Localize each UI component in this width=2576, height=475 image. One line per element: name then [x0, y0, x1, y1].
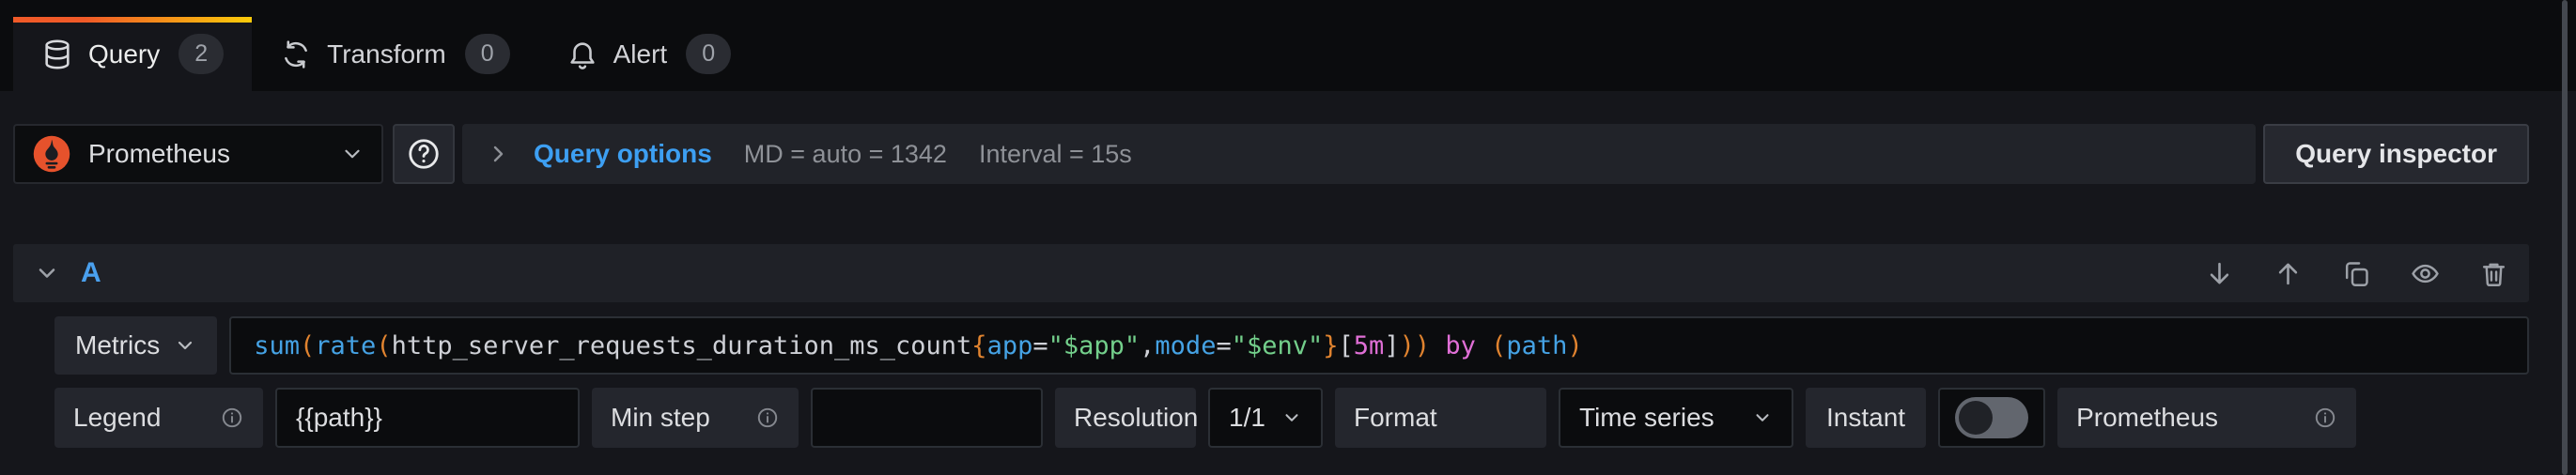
- transform-icon: [280, 38, 312, 70]
- collapse-chevron-down-icon[interactable]: [34, 260, 60, 286]
- tab-alert[interactable]: Alert 0: [538, 17, 759, 91]
- query-ref-id: A: [81, 257, 101, 289]
- query-toolbar: Prometheus Query options MD = auto = 134…: [13, 124, 2529, 184]
- tab-query-count-badge: 2: [178, 34, 224, 74]
- resolution-value: 1/1: [1229, 403, 1265, 433]
- tab-alert-count-badge: 0: [686, 34, 731, 74]
- editor-tab-bar: Query 2 Transform 0 Alert 0: [0, 0, 2576, 91]
- tab-query-label: Query: [88, 39, 160, 69]
- exemplars-label-text: Prometheus: [2076, 403, 2218, 433]
- copy-icon: [2342, 259, 2371, 288]
- min-step-label-text: Min step: [611, 403, 710, 433]
- instant-label: Instant: [1806, 388, 1926, 448]
- question-circle-icon: [406, 136, 442, 172]
- instant-label-text: Instant: [1826, 403, 1905, 433]
- toggle-knob: [1959, 401, 1993, 435]
- metrics-dropdown-button[interactable]: Metrics: [54, 316, 217, 375]
- instant-toggle-box: [1938, 388, 2045, 448]
- query-row-header[interactable]: A: [13, 244, 2529, 302]
- format-value: Time series: [1579, 403, 1715, 433]
- promql-expression-input[interactable]: sum(rate(http_server_requests_duration_m…: [229, 316, 2529, 375]
- instant-toggle[interactable]: [1955, 397, 2028, 438]
- info-circle-icon: [755, 406, 780, 430]
- toggle-query-visibility-button[interactable]: [2411, 259, 2440, 288]
- resolution-label: Resolution: [1055, 388, 1196, 448]
- chevron-down-icon: [1281, 407, 1302, 428]
- format-select[interactable]: Time series: [1559, 388, 1793, 448]
- query-editor-row: Metrics sum(rate(http_server_requests_du…: [54, 316, 2529, 375]
- delete-query-button[interactable]: [2479, 259, 2508, 288]
- query-inspector-label: Query inspector: [2295, 139, 2497, 169]
- eye-icon: [2411, 259, 2440, 288]
- arrow-up-icon: [2273, 259, 2303, 288]
- duplicate-query-button[interactable]: [2342, 259, 2371, 288]
- datasource-picker[interactable]: Prometheus: [13, 124, 383, 184]
- vertical-scrollbar[interactable]: [2562, 0, 2568, 475]
- query-options-bar[interactable]: Query options MD = auto = 1342 Interval …: [462, 124, 2256, 184]
- min-step-input[interactable]: [811, 388, 1043, 448]
- tab-alert-label: Alert: [613, 39, 668, 69]
- trash-icon: [2479, 259, 2508, 288]
- query-inspector-button[interactable]: Query inspector: [2263, 124, 2529, 184]
- metrics-dropdown-label: Metrics: [75, 330, 160, 360]
- tab-transform-label: Transform: [327, 39, 446, 69]
- prometheus-logo-icon: [32, 134, 71, 174]
- chevron-down-icon: [1752, 407, 1773, 428]
- legend-label-text: Legend: [73, 403, 161, 433]
- tab-query[interactable]: Query 2: [13, 17, 252, 91]
- chevron-right-icon: [487, 143, 509, 165]
- query-options-summary-interval: Interval = 15s: [979, 140, 1132, 169]
- move-query-up-button[interactable]: [2273, 259, 2303, 288]
- promql-expression: sum(rate(http_server_requests_duration_m…: [254, 331, 1582, 360]
- tab-transform[interactable]: Transform 0: [252, 17, 537, 91]
- datasource-name: Prometheus: [88, 139, 323, 169]
- query-options-summary-md: MD = auto = 1342: [744, 140, 947, 169]
- resolution-label-text: Resolution: [1074, 403, 1198, 433]
- datasource-help-button[interactable]: [393, 124, 455, 184]
- tab-transform-count-badge: 0: [465, 34, 510, 74]
- min-step-label: Min step: [592, 388, 799, 448]
- format-label: Format: [1335, 388, 1546, 448]
- move-query-down-button[interactable]: [2205, 259, 2234, 288]
- query-options-row: Legend Min step Resolution 1/1: [54, 388, 2529, 448]
- resolution-select[interactable]: 1/1: [1208, 388, 1323, 448]
- query-row-actions: [2205, 259, 2508, 288]
- bell-icon: [566, 38, 598, 70]
- legend-label: Legend: [54, 388, 263, 448]
- info-circle-icon: [2313, 406, 2337, 430]
- chevron-down-icon: [340, 142, 365, 166]
- chevron-down-icon: [174, 334, 196, 357]
- query-options-link[interactable]: Query options: [534, 139, 712, 169]
- exemplars-label: Prometheus: [2057, 388, 2356, 448]
- legend-input[interactable]: [275, 388, 580, 448]
- format-label-text: Format: [1354, 403, 1437, 433]
- arrow-down-icon: [2205, 259, 2234, 288]
- database-icon: [41, 38, 73, 70]
- info-circle-icon: [220, 406, 244, 430]
